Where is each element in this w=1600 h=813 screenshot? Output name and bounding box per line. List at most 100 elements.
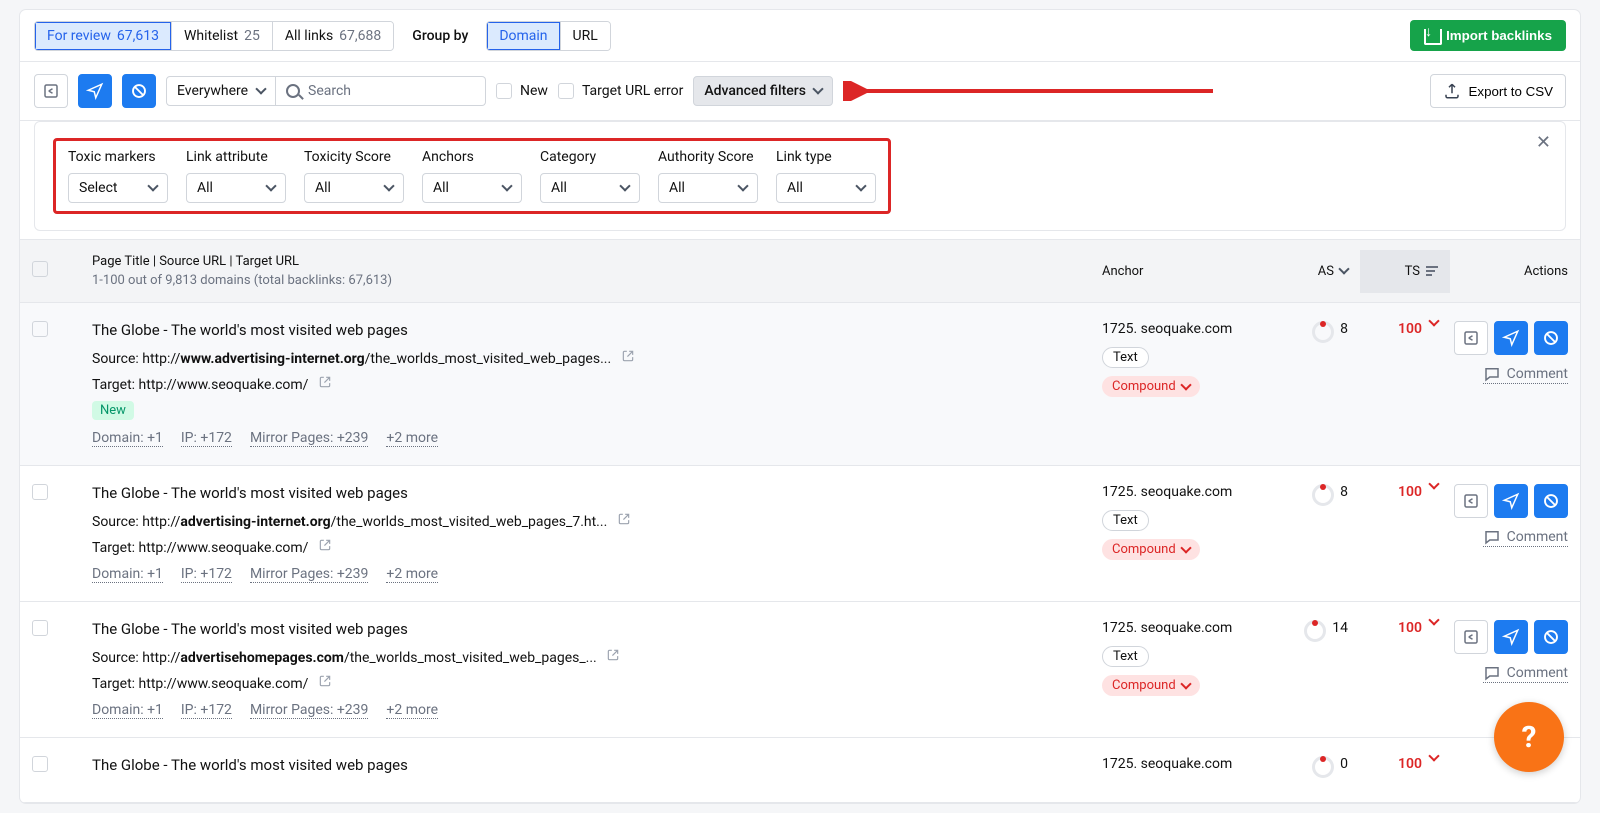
- group-by-url[interactable]: URL: [561, 22, 610, 50]
- col-anchor: Anchor: [1090, 250, 1270, 293]
- filter-new-checkbox[interactable]: New: [496, 83, 548, 99]
- row-send-button[interactable]: [1494, 620, 1528, 654]
- row-checkbox[interactable]: [32, 620, 48, 636]
- row-whitelist-button[interactable]: [1454, 484, 1488, 518]
- tab-label: Whitelist: [184, 28, 238, 44]
- external-link-icon[interactable]: [318, 674, 332, 688]
- external-link-icon[interactable]: [617, 512, 631, 526]
- import-backlinks-button[interactable]: Import backlinks: [1410, 20, 1566, 51]
- row-ts-cell[interactable]: 100: [1360, 620, 1450, 719]
- row-send-button[interactable]: [1494, 321, 1528, 355]
- send-button[interactable]: [78, 74, 112, 108]
- col-ts[interactable]: TS: [1360, 250, 1450, 293]
- row-checkbox[interactable]: [32, 756, 48, 772]
- col-as[interactable]: AS: [1270, 250, 1360, 293]
- row-stat[interactable]: Domain: +1: [92, 430, 163, 447]
- row-stat[interactable]: Mirror Pages: +239: [250, 566, 368, 583]
- filter-link-type: Link type All: [776, 149, 876, 203]
- filter-dropdown[interactable]: All: [304, 173, 404, 203]
- filter-authority-score: Authority Score All: [658, 149, 758, 203]
- filter-dropdown[interactable]: All: [186, 173, 286, 203]
- annotation-arrow: [843, 81, 1420, 101]
- comment-button[interactable]: Comment: [1483, 528, 1568, 547]
- as-value: 0: [1340, 756, 1348, 772]
- row-actions-cell: Comment: [1450, 484, 1580, 583]
- row-stat[interactable]: +2 more: [386, 702, 438, 719]
- filter-label: Category: [540, 149, 640, 165]
- comment-button[interactable]: Comment: [1483, 664, 1568, 683]
- row-disavow-button[interactable]: [1534, 620, 1568, 654]
- anchor-type-badge: Text: [1102, 510, 1149, 531]
- comment-button[interactable]: Comment: [1483, 365, 1568, 384]
- tab-whitelist[interactable]: Whitelist 25: [172, 22, 273, 50]
- close-icon[interactable]: ✕: [1536, 132, 1551, 153]
- row-checkbox[interactable]: [32, 484, 48, 500]
- row-target: Target: http://www.seoquake.com/: [92, 674, 1078, 692]
- external-link-icon[interactable]: [606, 648, 620, 662]
- chevron-down-icon: [501, 180, 512, 191]
- col-actions: Actions: [1450, 250, 1580, 293]
- row-title: The Globe - The world's most visited web…: [92, 620, 1078, 638]
- row-stat[interactable]: Domain: +1: [92, 702, 163, 719]
- external-link-icon[interactable]: [318, 375, 332, 389]
- filter-url-error-checkbox[interactable]: Target URL error: [558, 83, 683, 99]
- row-stats: Domain: +1 IP: +172 Mirror Pages: +239 +2 m…: [92, 430, 1078, 447]
- row-whitelist-button[interactable]: [1454, 321, 1488, 355]
- chevron-down-icon: [147, 180, 158, 191]
- filter-dropdown[interactable]: Select: [68, 173, 168, 203]
- tab-label: All links: [285, 28, 333, 44]
- row-stat[interactable]: IP: +172: [181, 430, 232, 447]
- filter-label: Link type: [776, 149, 876, 165]
- chevron-down-icon: [855, 180, 866, 191]
- tab-all-links[interactable]: All links 67,688: [273, 22, 393, 50]
- tab-for-review[interactable]: For review 67,613: [35, 22, 172, 50]
- search-input[interactable]: Search: [276, 76, 486, 106]
- row-stat[interactable]: Mirror Pages: +239: [250, 702, 368, 719]
- row-select-cell: [20, 484, 80, 583]
- search-scope-dropdown[interactable]: Everywhere: [166, 76, 276, 106]
- chevron-down-icon: [383, 180, 394, 191]
- chevron-down-icon: [1338, 263, 1349, 274]
- row-stat[interactable]: Mirror Pages: +239: [250, 430, 368, 447]
- group-by-domain[interactable]: Domain: [487, 22, 560, 50]
- filter-toxicity-score: Toxicity Score All: [304, 149, 404, 203]
- compound-badge[interactable]: Compound: [1102, 675, 1200, 696]
- row-main-cell: The Globe - The world's most visited web…: [80, 484, 1090, 583]
- row-checkbox[interactable]: [32, 321, 48, 337]
- row-stat[interactable]: IP: +172: [181, 566, 232, 583]
- as-value: 14: [1332, 620, 1348, 636]
- row-select-cell: [20, 756, 80, 784]
- move-to-whitelist-button[interactable]: [34, 74, 68, 108]
- filter-anchors: Anchors All: [422, 149, 522, 203]
- disavow-button[interactable]: [122, 74, 156, 108]
- row-whitelist-button[interactable]: [1454, 620, 1488, 654]
- filter-dropdown[interactable]: All: [540, 173, 640, 203]
- row-ts-cell[interactable]: 100: [1360, 321, 1450, 447]
- row-stat[interactable]: Domain: +1: [92, 566, 163, 583]
- row-disavow-button[interactable]: [1534, 321, 1568, 355]
- group-by-toggle: Domain URL: [486, 21, 610, 51]
- row-stat[interactable]: +2 more: [386, 430, 438, 447]
- row-stat[interactable]: +2 more: [386, 566, 438, 583]
- row-ts-cell[interactable]: 100: [1360, 484, 1450, 583]
- external-link-icon[interactable]: [621, 349, 635, 363]
- external-link-icon[interactable]: [318, 538, 332, 552]
- compound-badge[interactable]: Compound: [1102, 539, 1200, 560]
- select-all-checkbox[interactable]: [32, 261, 48, 277]
- as-gauge-icon: [1312, 321, 1334, 343]
- row-disavow-button[interactable]: [1534, 484, 1568, 518]
- compound-badge[interactable]: Compound: [1102, 376, 1200, 397]
- advanced-filters-button[interactable]: Advanced filters: [693, 76, 833, 106]
- row-ts-cell[interactable]: 100: [1360, 756, 1450, 784]
- row-as-cell: 0: [1270, 756, 1360, 784]
- filter-dropdown[interactable]: All: [776, 173, 876, 203]
- filter-dropdown[interactable]: All: [422, 173, 522, 203]
- filter-dropdown[interactable]: All: [658, 173, 758, 203]
- chevron-down-icon: [1428, 750, 1439, 761]
- row-send-button[interactable]: [1494, 484, 1528, 518]
- chevron-down-icon: [1428, 315, 1439, 326]
- row-actions-cell: Comment: [1450, 321, 1580, 447]
- row-stat[interactable]: IP: +172: [181, 702, 232, 719]
- export-csv-button[interactable]: Export to CSV: [1430, 74, 1566, 108]
- anchor-type-badge: Text: [1102, 646, 1149, 667]
